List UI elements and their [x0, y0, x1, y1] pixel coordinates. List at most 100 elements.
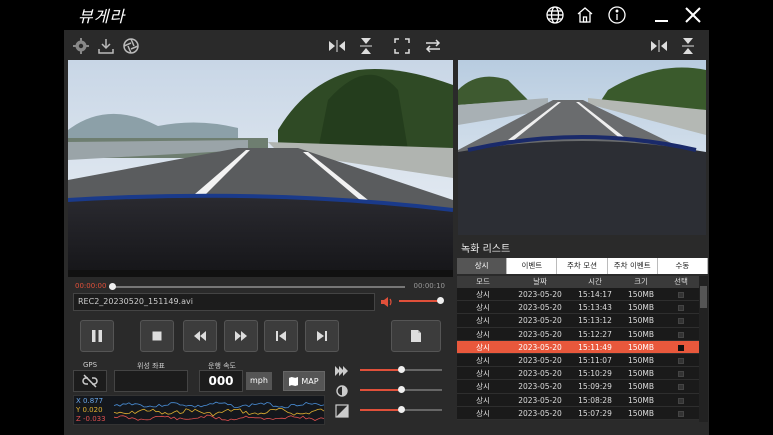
duration-time: 00:00:10 — [413, 282, 445, 290]
aperture-icon[interactable] — [122, 37, 140, 55]
recording-mode-tabs: 상시 이벤트 주차 모션 주차 이벤트 수동 — [457, 258, 709, 274]
tab-parking-event[interactable]: 주차 이벤트 — [607, 258, 658, 274]
gear-icon[interactable] — [72, 37, 90, 55]
volume-handle[interactable] — [436, 297, 444, 304]
row-time: 15:14:17 — [578, 290, 612, 299]
elapsed-time: 00:00:00 — [75, 282, 107, 290]
row-mode: 상시 — [476, 303, 490, 313]
row-select-cell — [663, 301, 699, 313]
table-row[interactable]: 상시 2023-05-20 15:11:07 150MB — [457, 353, 699, 368]
row-select-checkbox[interactable] — [678, 357, 684, 364]
table-row[interactable]: 상시 2023-05-20 15:14:17 150MB — [457, 288, 699, 302]
fullscreen-icon[interactable] — [393, 37, 411, 55]
coordinates-display — [114, 370, 188, 392]
row-select-checkbox[interactable] — [678, 318, 684, 325]
swap-icon[interactable] — [424, 37, 442, 55]
recording-list-title: 녹화 리스트 — [461, 244, 511, 255]
seek-bar[interactable]: 00:00:00 00:00:10 — [73, 281, 445, 293]
tab-parking-motion[interactable]: 주차 모션 — [557, 258, 608, 274]
row-time: 15:13:43 — [578, 303, 612, 313]
table-row[interactable]: 상시 2023-05-20 15:13:12 150MB — [457, 314, 699, 328]
gps-toggle-button[interactable] — [73, 370, 107, 392]
row-select-checkbox[interactable] — [678, 292, 684, 298]
row-mode: 상시 — [476, 395, 490, 405]
rear-camera-video[interactable] — [458, 60, 706, 235]
playback-speed-slider[interactable] — [360, 366, 442, 373]
previous-file-button[interactable] — [264, 320, 298, 352]
next-file-button[interactable] — [305, 320, 339, 352]
contrast-slider[interactable] — [360, 406, 442, 413]
speed-unit-button[interactable]: mph — [246, 372, 272, 390]
brightness-slider[interactable] — [360, 386, 442, 393]
row-time: 15:13:12 — [578, 316, 612, 326]
table-row[interactable]: 상시 2023-05-20 15:13:43 150MB — [457, 301, 699, 315]
row-select-cell — [663, 354, 699, 366]
playing-indicator-icon — [458, 343, 463, 350]
row-date: 2023-05-20 — [518, 303, 562, 313]
row-select-cell — [663, 407, 699, 419]
flip-horizontal-icon[interactable] — [328, 37, 346, 55]
row-date: 2023-05-20 — [518, 369, 562, 379]
home-icon[interactable] — [575, 5, 595, 25]
row-select-checkbox[interactable] — [678, 305, 684, 312]
fast-forward-button[interactable] — [224, 320, 258, 352]
tab-continuous[interactable]: 상시 — [457, 258, 508, 274]
row-mode: 상시 — [476, 382, 490, 392]
row-select-checkbox[interactable] — [678, 371, 684, 378]
table-row[interactable]: 상시 2023-05-20 15:10:29 150MB — [457, 367, 699, 381]
row-time: 15:09:29 — [578, 382, 612, 392]
row-date: 2023-05-20 — [518, 382, 562, 392]
table-row[interactable]: 상시 2023-05-20 15:09:29 150MB — [457, 380, 699, 394]
row-date: 2023-05-20 — [518, 329, 562, 339]
scrollbar-thumb[interactable] — [700, 286, 707, 308]
flip-horizontal-icon[interactable] — [650, 37, 668, 55]
row-mode: 상시 — [476, 342, 490, 352]
y-value: Y 0.020 — [76, 406, 103, 414]
brightness-icon — [335, 383, 349, 397]
tab-event[interactable]: 이벤트 — [507, 258, 558, 274]
x-value: X 0.877 — [76, 397, 104, 405]
brightness-handle[interactable] — [398, 386, 405, 393]
seek-handle[interactable] — [109, 283, 116, 290]
rewind-button[interactable] — [183, 320, 217, 352]
playback-speed-handle[interactable] — [398, 366, 405, 373]
title-bar: 뷰게라 — [0, 0, 773, 30]
table-row[interactable]: 상시 2023-05-20 15:07:29 150MB — [457, 406, 699, 420]
minimize-icon[interactable] — [652, 5, 672, 25]
row-select-checkbox[interactable] — [678, 410, 684, 417]
gps-label: GPS — [82, 361, 98, 369]
flip-vertical-icon[interactable] — [357, 37, 375, 55]
document-button[interactable] — [391, 320, 441, 352]
tab-manual[interactable]: 수동 — [657, 258, 709, 274]
row-mode: 상시 — [476, 329, 490, 339]
column-size: 크기 — [634, 277, 648, 286]
stop-button[interactable] — [140, 320, 174, 352]
row-select-checkbox[interactable] — [678, 331, 684, 338]
pause-button[interactable] — [80, 320, 114, 352]
globe-icon[interactable] — [545, 5, 565, 25]
map-button[interactable]: MAP — [283, 371, 325, 391]
info-icon[interactable] — [607, 5, 627, 25]
row-size: 150MB — [628, 342, 654, 352]
seek-track[interactable] — [109, 286, 405, 288]
row-select-checkbox[interactable] — [678, 344, 684, 351]
volume-slider[interactable] — [399, 300, 441, 302]
column-select: 선택 — [674, 277, 688, 286]
table-row[interactable]: 상시 2023-05-20 15:12:27 150MB — [457, 327, 699, 341]
volume-icon[interactable] — [380, 294, 394, 308]
row-size: 150MB — [628, 369, 654, 379]
download-icon[interactable] — [97, 37, 115, 55]
contrast-handle[interactable] — [398, 406, 405, 413]
g-sensor-lines — [113, 401, 325, 422]
flip-vertical-icon[interactable] — [679, 37, 697, 55]
row-select-checkbox[interactable] — [678, 384, 684, 391]
x-axis-line — [113, 401, 325, 409]
front-camera-video[interactable] — [68, 60, 453, 277]
row-size: 150MB — [628, 355, 654, 365]
row-mode: 상시 — [476, 355, 490, 365]
row-select-checkbox[interactable] — [678, 397, 684, 404]
table-row[interactable]: 상시 2023-05-20 15:11:49 150MB — [457, 340, 699, 354]
table-row[interactable]: 상시 2023-05-20 15:08:28 150MB — [457, 393, 699, 407]
close-icon[interactable] — [683, 5, 703, 25]
list-scrollbar[interactable] — [699, 276, 708, 422]
